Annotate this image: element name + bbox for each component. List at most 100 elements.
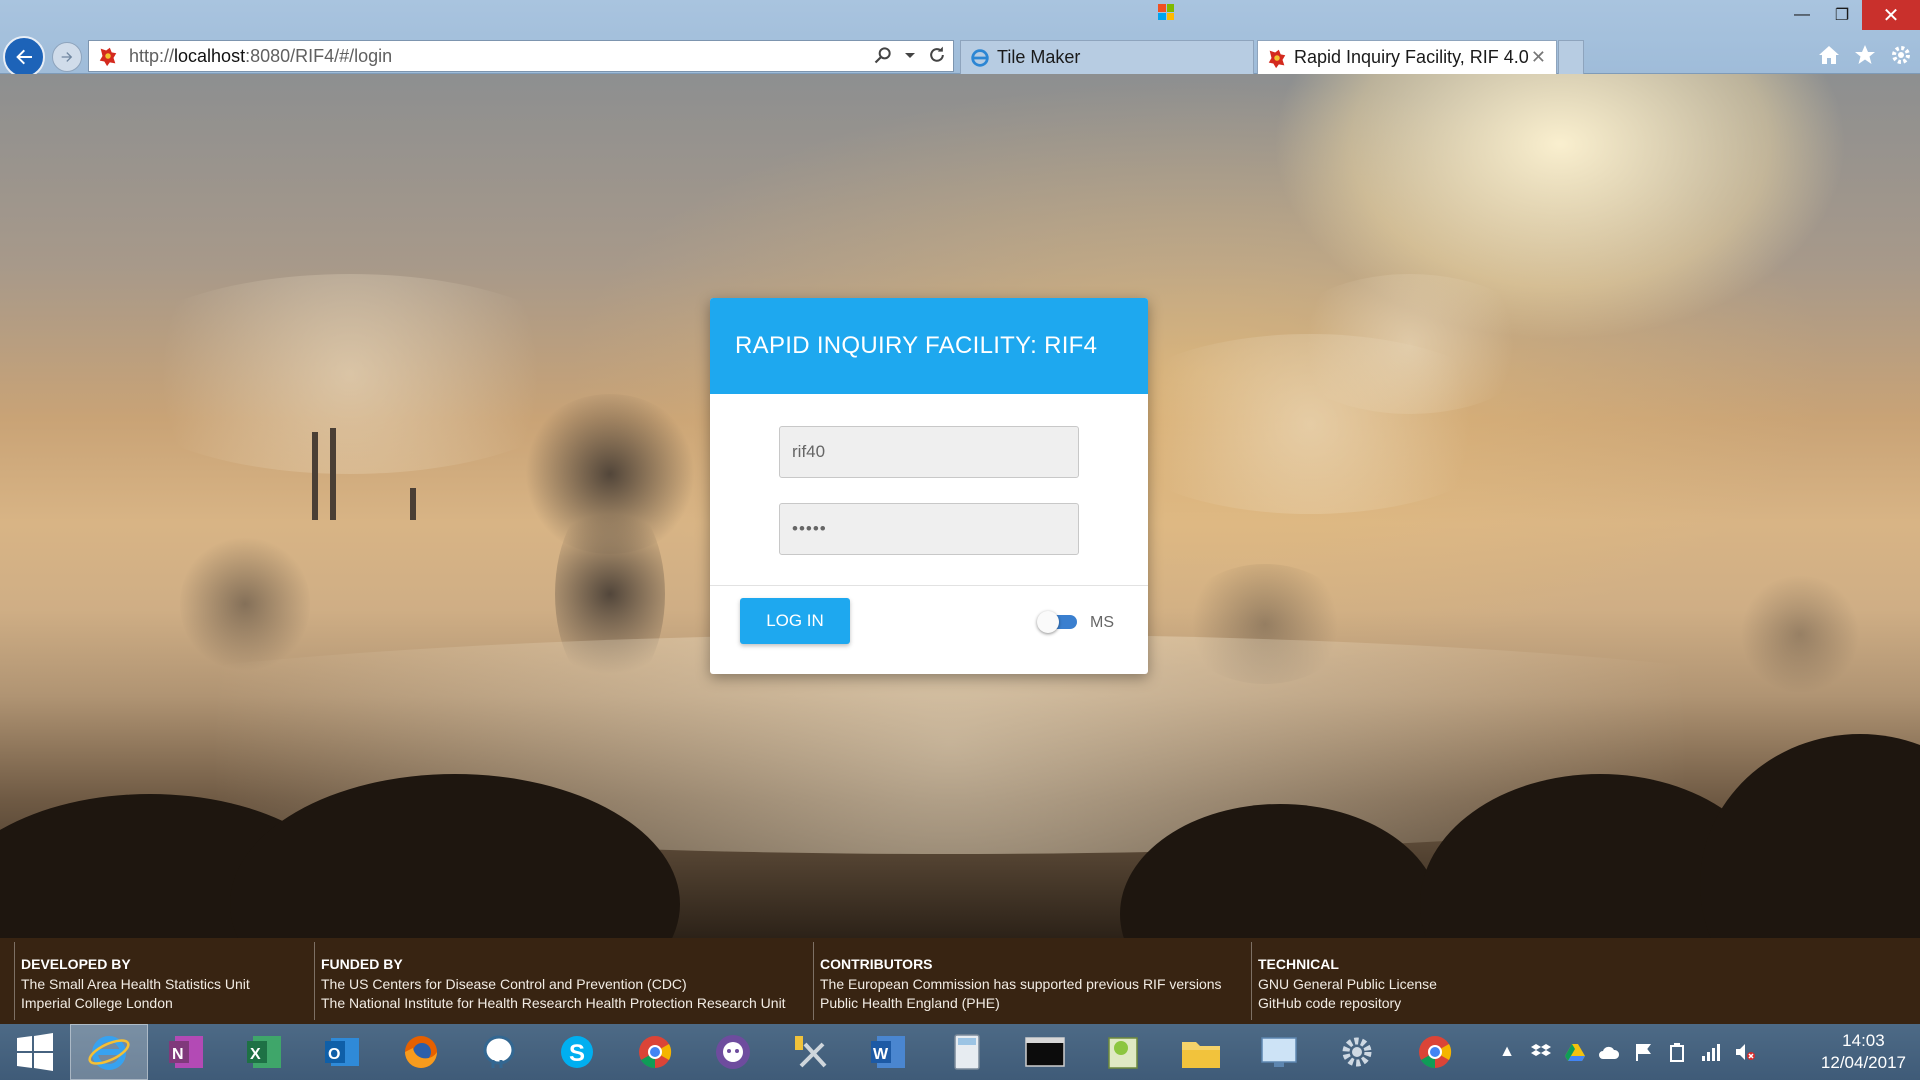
chrome-icon bbox=[639, 1036, 672, 1069]
volume-muted-icon[interactable] bbox=[1734, 1041, 1756, 1063]
taskbar-github[interactable] bbox=[694, 1024, 772, 1080]
start-button[interactable] bbox=[0, 1024, 70, 1080]
network-signal-icon[interactable] bbox=[1700, 1041, 1722, 1063]
windows-taskbar: N X O S W ▲ 14:03 12/04/2017 bbox=[0, 1024, 1920, 1080]
system-clock[interactable]: 14:03 12/04/2017 bbox=[1821, 1030, 1906, 1074]
onenote-icon: N bbox=[169, 1036, 203, 1068]
taskbar-skype[interactable]: S bbox=[538, 1024, 616, 1080]
github-repository-link[interactable]: GitHub code repository bbox=[1258, 994, 1551, 1013]
forward-button[interactable] bbox=[52, 42, 82, 72]
login-card-footer: LOG IN MS bbox=[710, 586, 1148, 674]
favorites-star-icon[interactable] bbox=[1852, 42, 1878, 68]
gpl-license-link[interactable]: GNU General Public License bbox=[1258, 975, 1551, 994]
taskbar-tools[interactable] bbox=[772, 1024, 850, 1080]
taskbar-file-explorer[interactable] bbox=[1162, 1024, 1240, 1080]
gear-icon bbox=[1342, 1037, 1372, 1067]
taskbar-notepad[interactable] bbox=[1084, 1024, 1162, 1080]
login-button[interactable]: LOG IN bbox=[740, 598, 850, 644]
login-form bbox=[710, 394, 1148, 586]
chimney bbox=[312, 432, 318, 520]
ms-toggle-switch[interactable] bbox=[1037, 611, 1077, 633]
footer-line: Imperial College London bbox=[21, 995, 173, 1011]
power-battery-icon[interactable] bbox=[1666, 1041, 1688, 1063]
footer-line: The US Centers for Disease Control and P… bbox=[321, 976, 687, 992]
username-input[interactable] bbox=[779, 426, 1079, 478]
close-window-button[interactable]: ✕ bbox=[1862, 0, 1920, 30]
footer-heading: FUNDED BY bbox=[321, 956, 403, 972]
show-hidden-icons-chevron-icon[interactable]: ▲ bbox=[1496, 1041, 1518, 1063]
command-prompt-icon bbox=[1025, 1037, 1065, 1067]
minimize-button[interactable]: — bbox=[1782, 0, 1822, 30]
firefox-icon bbox=[405, 1036, 437, 1068]
page-footer: DEVELOPED BY The Small Area Health Stati… bbox=[0, 938, 1920, 1024]
login-title: RAPID INQUIRY FACILITY: RIF4 bbox=[735, 332, 1098, 359]
home-icon[interactable] bbox=[1816, 42, 1842, 68]
taskbar-settings[interactable] bbox=[1318, 1024, 1396, 1080]
smoke-plume bbox=[180, 534, 310, 674]
tab-label: Rapid Inquiry Facility, RIF 4.0 bbox=[1294, 47, 1529, 67]
taskbar-excel[interactable]: X bbox=[226, 1024, 304, 1080]
svg-text:X: X bbox=[250, 1046, 261, 1063]
github-octocat-icon bbox=[716, 1035, 750, 1069]
google-drive-icon[interactable] bbox=[1564, 1041, 1586, 1063]
dropdown-arrow-icon[interactable] bbox=[905, 50, 915, 60]
skype-icon: S bbox=[561, 1036, 593, 1068]
footer-line: Public Health England (PHE) bbox=[820, 995, 1000, 1011]
address-bar[interactable]: http://localhost:8080/RIF4/#/login bbox=[88, 40, 954, 72]
taskbar-chrome-2[interactable] bbox=[1396, 1024, 1474, 1080]
taskbar-onenote[interactable]: N bbox=[148, 1024, 226, 1080]
taskbar-postgresql[interactable] bbox=[460, 1024, 538, 1080]
cloud-decoration bbox=[1100, 334, 1520, 514]
chimney bbox=[330, 428, 336, 520]
chimney bbox=[410, 488, 416, 520]
taskbar-internet-explorer[interactable] bbox=[70, 1024, 148, 1080]
taskbar-word[interactable]: W bbox=[850, 1024, 928, 1080]
new-tab-button[interactable] bbox=[1558, 40, 1584, 74]
footer-technical: TECHNICAL GNU General Public License Git… bbox=[1251, 942, 1551, 1020]
tab-tile-maker[interactable]: Tile Maker bbox=[960, 40, 1254, 74]
taskbar-firefox[interactable] bbox=[382, 1024, 460, 1080]
browser-toolbar bbox=[1816, 42, 1914, 68]
dropbox-icon[interactable] bbox=[1530, 1041, 1552, 1063]
footer-line: The National Institute for Health Resear… bbox=[321, 995, 786, 1011]
svg-text:W: W bbox=[873, 1046, 889, 1063]
tools-icon bbox=[795, 1036, 827, 1068]
onedrive-cloud-icon[interactable] bbox=[1598, 1041, 1620, 1063]
taskbar-outlook[interactable]: O bbox=[304, 1024, 382, 1080]
back-button[interactable] bbox=[3, 36, 45, 78]
footer-developed-by: DEVELOPED BY The Small Area Health Stati… bbox=[14, 942, 314, 1020]
taskbar-command-prompt[interactable] bbox=[1006, 1024, 1084, 1080]
ms-toggle-label: MS bbox=[1090, 614, 1114, 631]
clock-time: 14:03 bbox=[1842, 1031, 1885, 1050]
arrow-right-icon bbox=[61, 52, 73, 62]
taskbar-remote-desktop[interactable] bbox=[1240, 1024, 1318, 1080]
tab-label: Tile Maker bbox=[997, 47, 1081, 67]
search-icon[interactable] bbox=[873, 45, 893, 65]
restore-button[interactable]: ❐ bbox=[1822, 0, 1862, 30]
chrome-icon bbox=[1419, 1036, 1452, 1069]
footer-heading: TECHNICAL bbox=[1258, 956, 1339, 972]
remote-desktop-icon bbox=[1261, 1037, 1297, 1067]
internet-explorer-icon bbox=[971, 48, 989, 67]
svg-text:O: O bbox=[328, 1046, 340, 1063]
postgresql-elephant-icon bbox=[483, 1035, 515, 1068]
clock-date: 12/04/2017 bbox=[1820, 1053, 1906, 1072]
login-card: RAPID INQUIRY FACILITY: RIF4 LOG IN MS bbox=[710, 298, 1148, 674]
footer-line: The European Commission has supported pr… bbox=[820, 976, 1222, 992]
toggle-knob bbox=[1037, 611, 1059, 633]
action-center-flag-icon[interactable] bbox=[1632, 1041, 1654, 1063]
settings-gear-icon[interactable] bbox=[1888, 42, 1914, 68]
close-tab-icon[interactable]: ✕ bbox=[1531, 47, 1546, 68]
footer-funded-by: FUNDED BY The US Centers for Disease Con… bbox=[314, 942, 814, 1020]
taskbar-calculator[interactable] bbox=[928, 1024, 1006, 1080]
tab-rapid-inquiry-facility[interactable]: Rapid Inquiry Facility, RIF 4.0 ✕ bbox=[1257, 40, 1557, 74]
taskbar-chrome[interactable] bbox=[616, 1024, 694, 1080]
footer-contributors: CONTRIBUTORS The European Commission has… bbox=[813, 942, 1251, 1020]
internet-explorer-icon bbox=[88, 1036, 130, 1070]
refresh-icon[interactable] bbox=[927, 45, 947, 65]
rif-site-icon bbox=[1268, 49, 1286, 68]
word-icon: W bbox=[871, 1036, 905, 1068]
notepad-plus-icon bbox=[1108, 1037, 1138, 1069]
footer-line: The Small Area Health Statistics Unit bbox=[21, 976, 250, 992]
password-input[interactable] bbox=[779, 503, 1079, 555]
